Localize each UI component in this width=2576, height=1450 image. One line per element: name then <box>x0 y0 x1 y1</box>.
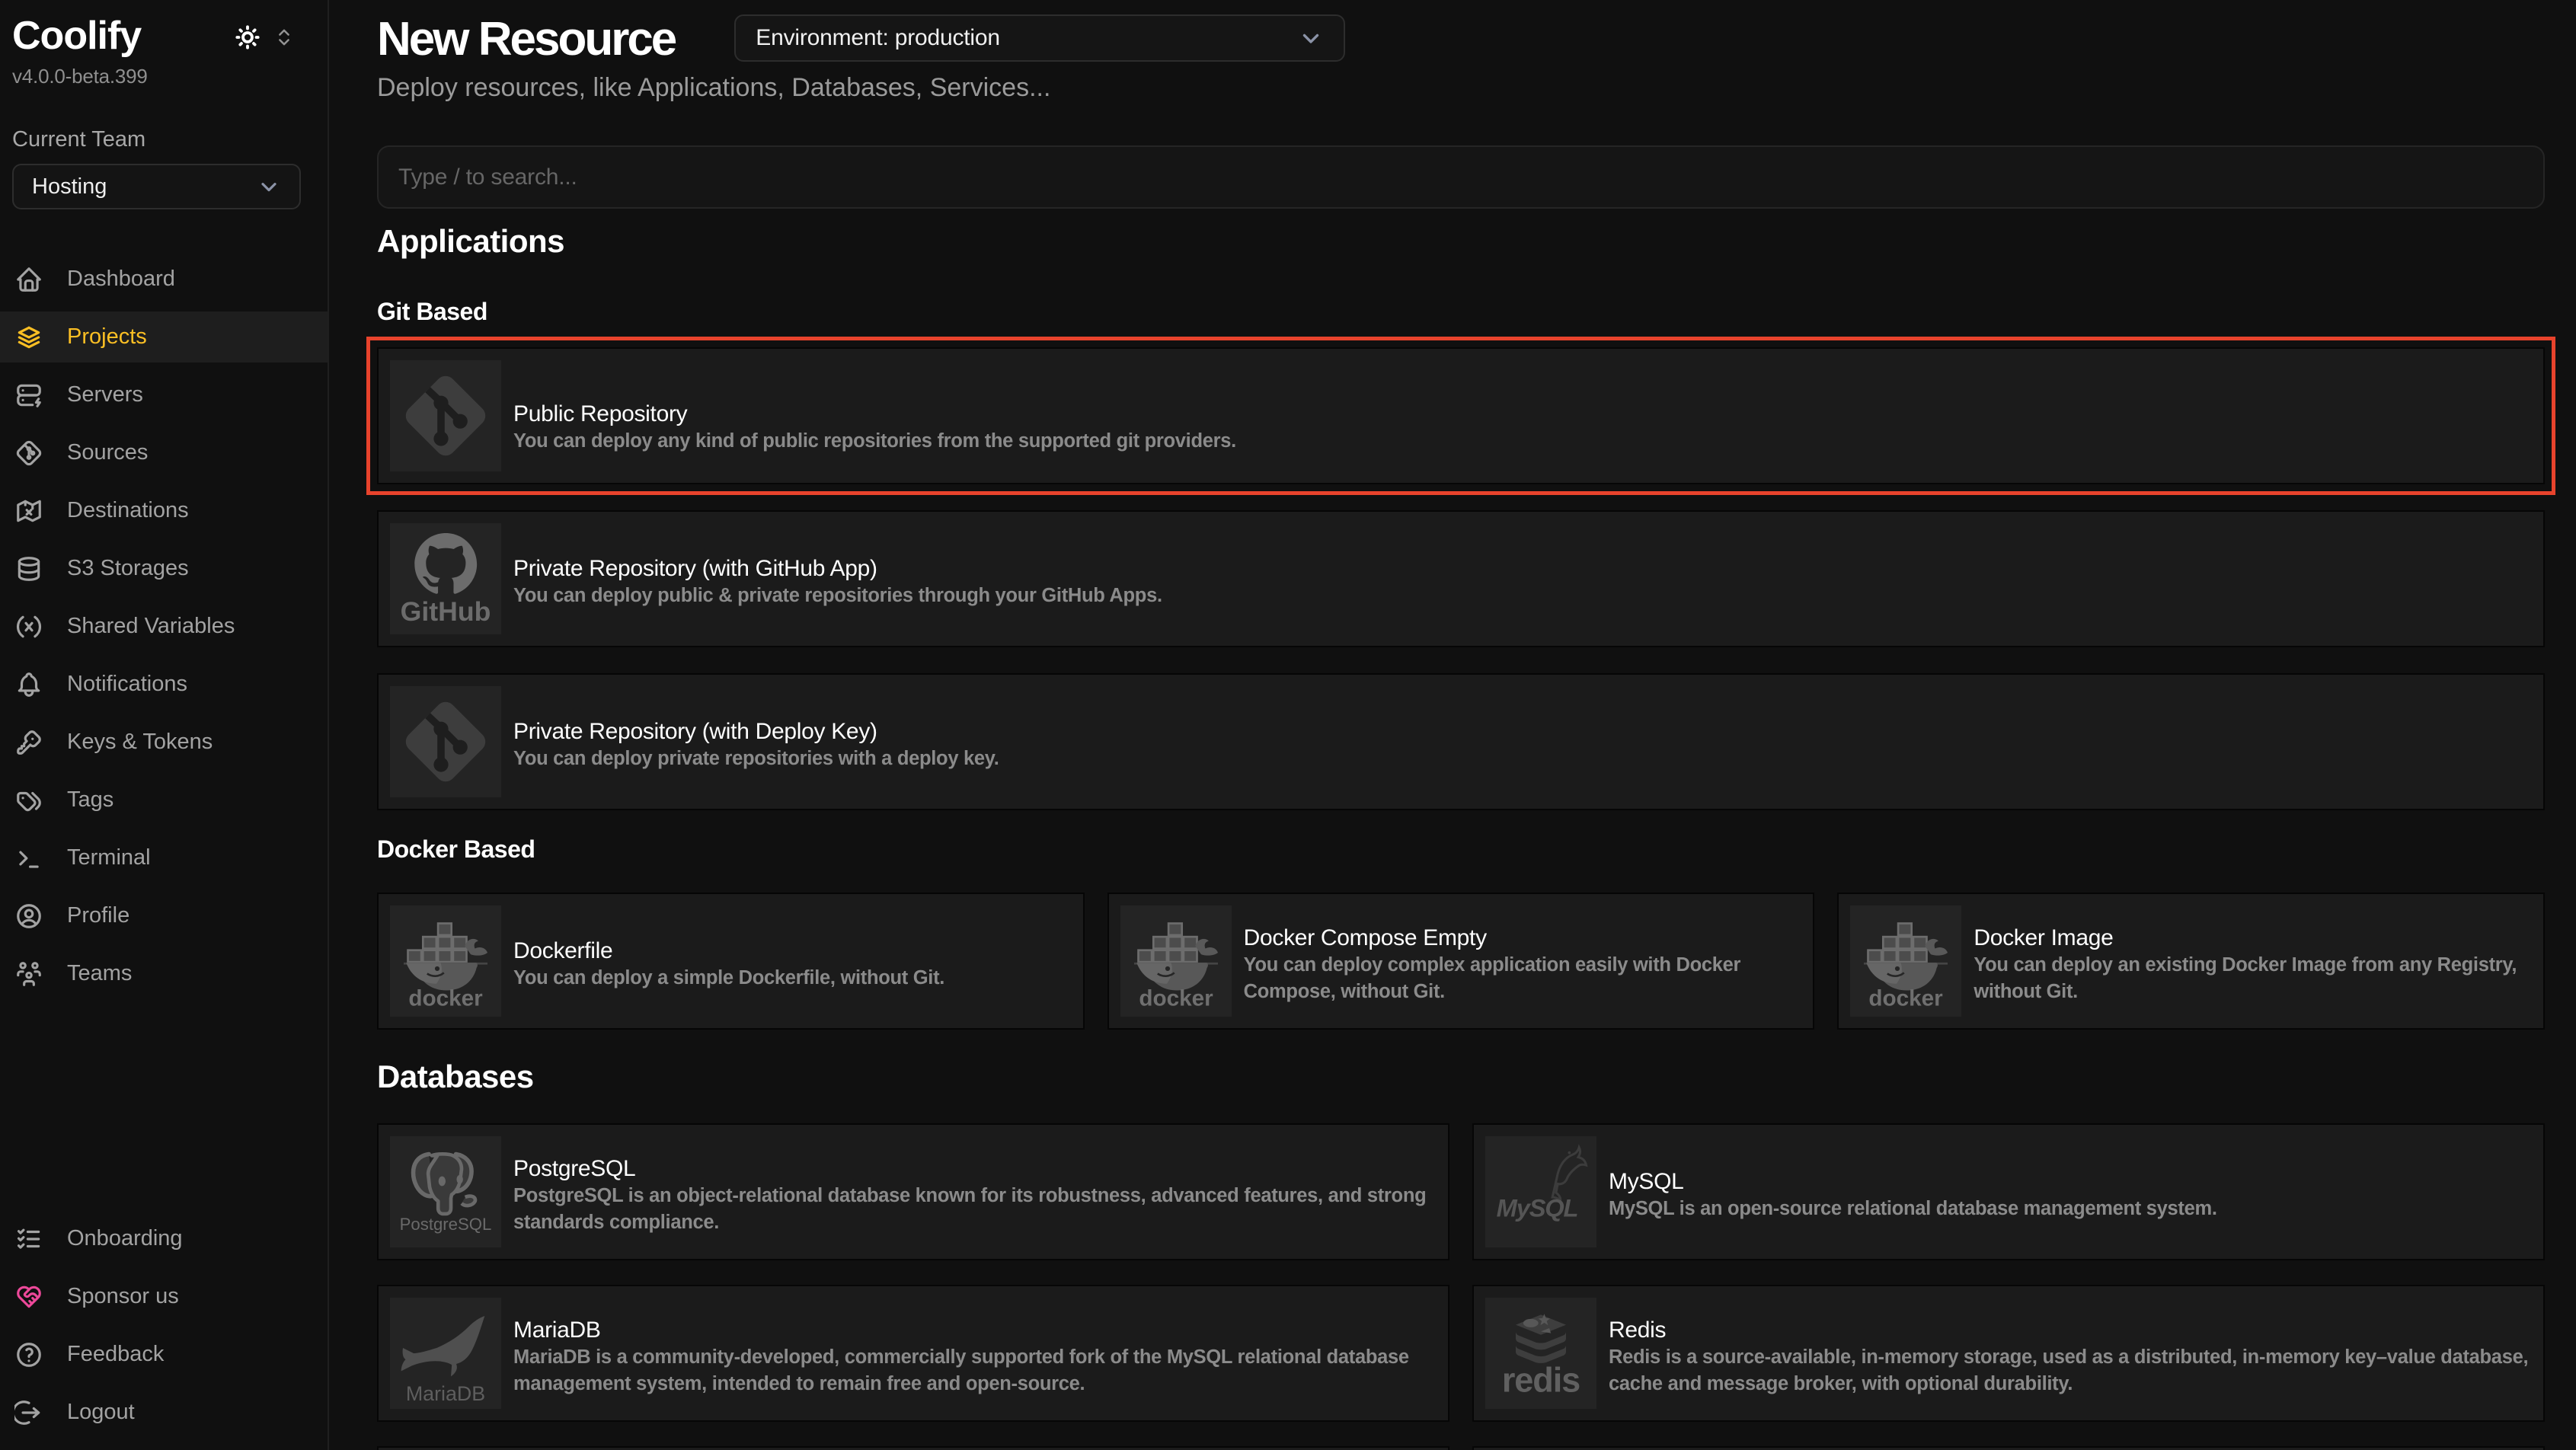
svg-text:PostgreSQL: PostgreSQL <box>400 1215 492 1234</box>
svg-text:MariaDB: MariaDB <box>406 1382 485 1405</box>
svg-text:MySQL: MySQL <box>1497 1194 1578 1222</box>
svg-text:docker: docker <box>1869 985 1944 1011</box>
svg-text:docker: docker <box>408 985 483 1011</box>
svg-text:redis: redis <box>1502 1361 1580 1400</box>
svg-text:GitHub: GitHub <box>401 596 491 627</box>
svg-text:docker: docker <box>1139 985 1213 1011</box>
